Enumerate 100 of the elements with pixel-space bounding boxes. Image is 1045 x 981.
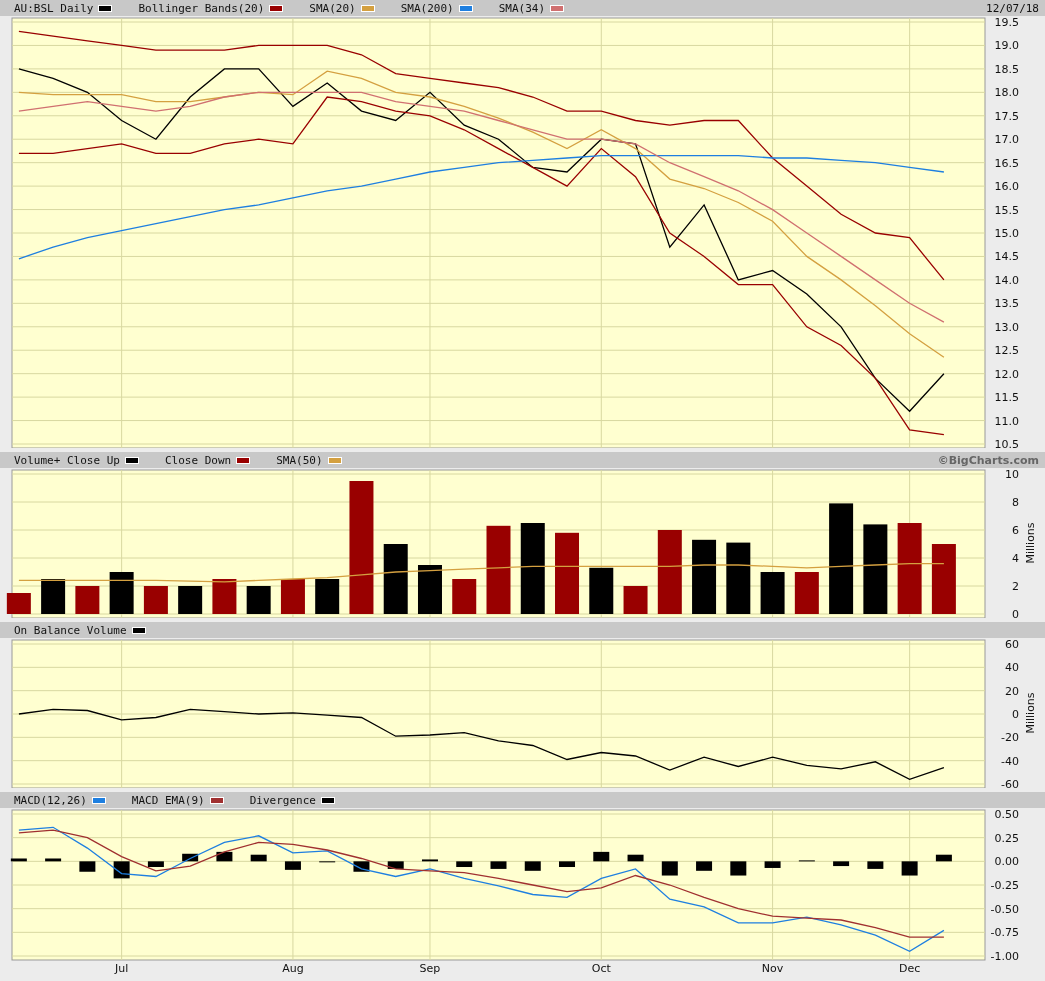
bar bbox=[178, 586, 203, 614]
bar bbox=[730, 861, 747, 876]
bar bbox=[109, 572, 134, 614]
axis-tick-label: 0 bbox=[1012, 708, 1019, 721]
axis-tick-label: 19.5 bbox=[994, 16, 1019, 29]
header-note: 12/07/18 bbox=[986, 1, 1039, 15]
legend-label: SMA(20) bbox=[309, 1, 356, 15]
axis-tick-label: 18.5 bbox=[994, 62, 1019, 76]
legend-label: Divergence bbox=[249, 793, 316, 807]
axis-tick-label: 12.5 bbox=[994, 344, 1019, 358]
legend-label: Volume+ Close Up bbox=[14, 453, 120, 467]
axis-tick-label: 11.5 bbox=[994, 391, 1019, 405]
bar bbox=[559, 861, 576, 868]
axis-tick-label: 13.0 bbox=[994, 320, 1019, 334]
axis-tick-label: 8 bbox=[1012, 496, 1019, 509]
axis-tick-label: 0.50 bbox=[994, 808, 1019, 821]
bar bbox=[246, 586, 271, 614]
bar bbox=[764, 861, 781, 868]
bar bbox=[417, 565, 442, 614]
axis-tick-label: 40 bbox=[1005, 661, 1019, 675]
bar bbox=[315, 579, 340, 614]
axis-tick-label: 19.0 bbox=[994, 39, 1019, 53]
axis-tick-label: 15.0 bbox=[994, 227, 1019, 240]
bar bbox=[383, 544, 408, 614]
legend-label: SMA(34) bbox=[498, 1, 546, 15]
bar bbox=[41, 579, 66, 614]
axis-tick-label: 2 bbox=[1012, 580, 1019, 593]
bar bbox=[280, 579, 305, 614]
axis-tick-label: 10 bbox=[1005, 468, 1019, 481]
bar bbox=[760, 572, 785, 614]
bar bbox=[863, 524, 888, 614]
bar bbox=[79, 861, 96, 872]
axis-tick-label: -0.25 bbox=[990, 879, 1019, 892]
bar bbox=[661, 861, 678, 876]
axis-tick-label: 11.0 bbox=[994, 414, 1019, 428]
axis-tick-label: -0.75 bbox=[990, 926, 1019, 940]
bar bbox=[829, 503, 854, 614]
axis-tick-label: 15.5 bbox=[994, 203, 1019, 217]
bar bbox=[726, 542, 751, 614]
bar bbox=[867, 861, 884, 869]
month-label: Nov bbox=[761, 962, 784, 975]
bar bbox=[931, 544, 956, 614]
bar bbox=[143, 586, 168, 614]
bar bbox=[897, 523, 922, 614]
axis-tick-label: 17.5 bbox=[994, 109, 1019, 123]
axis-tick-label: 13.5 bbox=[994, 297, 1019, 311]
bar bbox=[45, 858, 62, 862]
bar bbox=[490, 861, 507, 869]
axis-tick-label: 12.0 bbox=[994, 367, 1019, 381]
bar bbox=[524, 861, 541, 871]
bar bbox=[486, 525, 511, 614]
legend-label: Bollinger Bands(20) bbox=[138, 1, 265, 15]
bar bbox=[456, 861, 473, 868]
axis-tick-label: 4 bbox=[1012, 552, 1019, 565]
header-note: ©BigCharts.com bbox=[937, 453, 1039, 467]
bar bbox=[696, 861, 713, 871]
legend-label: MACD EMA(9) bbox=[131, 793, 205, 807]
bar bbox=[589, 567, 614, 614]
bar bbox=[10, 858, 27, 862]
axis-tick-label: 20 bbox=[1005, 684, 1019, 698]
legend-label: On Balance Volume bbox=[14, 623, 127, 637]
bar bbox=[75, 586, 100, 614]
axis-title: Millions bbox=[1024, 692, 1037, 734]
axis-tick-label: 17.0 bbox=[994, 133, 1019, 147]
axis-tick-label: 6 bbox=[1012, 524, 1019, 537]
bar bbox=[147, 861, 164, 868]
axis-tick-label: -0.50 bbox=[990, 902, 1019, 916]
bar bbox=[6, 593, 31, 614]
legend-label: MACD(12,26) bbox=[14, 793, 87, 807]
bar bbox=[623, 586, 648, 614]
axis-tick-label: 14.5 bbox=[994, 250, 1019, 264]
legend-label: AU:BSL Daily bbox=[14, 1, 94, 15]
axis-tick-label: 16.0 bbox=[994, 180, 1019, 194]
legend-label: SMA(200) bbox=[400, 1, 454, 15]
bar bbox=[833, 861, 850, 867]
legend-label: SMA(50) bbox=[276, 453, 323, 467]
axis-tick-label: 60 bbox=[1005, 638, 1019, 651]
axis-tick-label: 14.0 bbox=[994, 273, 1019, 287]
bar bbox=[657, 530, 682, 614]
month-label: Oct bbox=[591, 962, 611, 975]
bar bbox=[935, 854, 952, 862]
bar bbox=[250, 854, 267, 862]
axis-tick-label: -60 bbox=[1001, 778, 1019, 788]
bar bbox=[113, 861, 130, 879]
bar bbox=[794, 572, 819, 614]
axis-tick-label: 16.5 bbox=[994, 156, 1019, 170]
legend-label: Close Down bbox=[164, 453, 232, 467]
month-label: Dec bbox=[899, 962, 921, 975]
bar bbox=[901, 861, 918, 876]
axis-tick-label: 0.00 bbox=[994, 855, 1019, 869]
bar bbox=[627, 854, 644, 862]
axis-tick-label: -40 bbox=[1001, 754, 1019, 768]
bar bbox=[212, 579, 237, 614]
bar bbox=[520, 523, 545, 614]
bar bbox=[349, 481, 374, 614]
bar bbox=[284, 861, 301, 870]
axis-title: Millions bbox=[1024, 522, 1037, 564]
axis-tick-label: 18.0 bbox=[994, 86, 1019, 100]
axis-tick-label: 0 bbox=[1012, 608, 1019, 618]
month-label: Jul bbox=[115, 962, 129, 975]
